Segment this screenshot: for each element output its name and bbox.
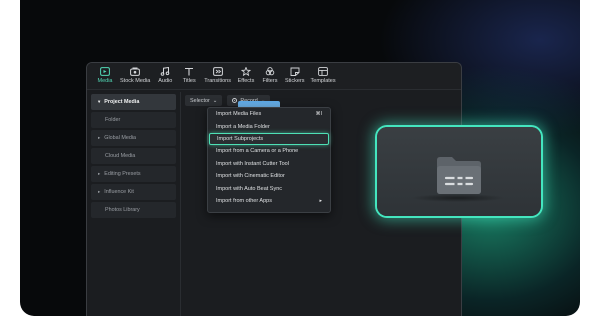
toolbar-filters-label: Filters [262, 78, 278, 84]
chevron-right-icon: ▸ [98, 189, 101, 194]
menu-item-import-instant-cutter[interactable]: Import with Instant Cutter Tool [208, 158, 330, 170]
chevron-down-icon: ⌄ [212, 97, 218, 104]
media-toolbar: Media Stock Media Audio Titles Transitio… [87, 63, 461, 90]
chevron-down-icon: ▾ [98, 99, 101, 104]
toolbar-stock-media[interactable]: Stock Media [117, 63, 153, 89]
toolbar-stock-media-label: Stock Media [120, 78, 151, 84]
sidebar-item-label: Influence Kit [104, 189, 134, 195]
subproject-folder-icon [437, 157, 481, 194]
sidebar-item-photos-library[interactable]: Photos Library [91, 202, 176, 218]
toolbar-effects[interactable]: Effects [234, 63, 258, 89]
toolbar-titles-label: Titles [182, 78, 196, 84]
menu-item-label: Import with Instant Cutter Tool [216, 160, 289, 167]
sidebar-item-folder[interactable]: Folder [91, 112, 176, 128]
menu-item-import-subprojects[interactable]: Import Subprojects [209, 132, 329, 146]
folder-shadow [411, 194, 505, 202]
selector-dropdown[interactable]: Selector ⌄ [185, 95, 223, 106]
toolbar-media-label: Media [97, 78, 113, 84]
chevron-right-icon: ▸ [319, 197, 322, 204]
stickers-icon [289, 66, 300, 76]
titles-icon [184, 66, 195, 76]
menu-item-import-cinematic-editor[interactable]: Import with Cinematic Editor [208, 170, 330, 182]
toolbar-stickers[interactable]: Stickers [282, 63, 308, 89]
toolbar-filters[interactable]: Filters [258, 63, 282, 89]
menu-item-label: Import with Auto Beat Sync [216, 185, 283, 192]
filters-icon [264, 66, 275, 76]
toolbar-titles[interactable]: Titles [177, 63, 201, 89]
menu-item-import-camera-phone[interactable]: Import from a Camera or a Phone [208, 145, 330, 157]
toolbar-stickers-label: Stickers [284, 78, 305, 84]
sidebar-item-global-media[interactable]: ▸ Global Media [91, 130, 176, 146]
sidebar-item-influence-kit[interactable]: ▸ Influence Kit [91, 184, 176, 200]
sidebar-item-cloud-media[interactable]: Cloud Media [91, 148, 176, 164]
sidebar-item-label: Cloud Media [105, 153, 136, 159]
import-menu: Import Media Files ⌘I Import a Media Fol… [207, 107, 331, 213]
subproject-folder-card [377, 127, 541, 216]
sidebar-item-label: Project Media [104, 99, 140, 105]
toolbar-transitions[interactable]: Transitions [201, 63, 234, 89]
effects-icon [240, 66, 251, 76]
menu-item-label: Import Subprojects [217, 135, 264, 142]
sidebar-item-label: Global Media [104, 135, 137, 141]
record-icon [232, 98, 238, 103]
stock-media-icon [130, 66, 141, 76]
sidebar-item-label: Folder [105, 117, 121, 123]
media-sidebar: ▾ Project Media Folder ▸ Global Media Cl… [87, 92, 181, 316]
audio-icon [160, 66, 171, 76]
chevron-right-icon: ▸ [98, 171, 101, 176]
sidebar-item-label: Editing Presets [104, 171, 141, 177]
menu-item-label: Import a Media Folder [216, 123, 270, 130]
menu-item-import-media-folder[interactable]: Import a Media Folder [208, 120, 330, 132]
transitions-icon [212, 66, 223, 76]
sidebar-item-project-media[interactable]: ▾ Project Media [91, 94, 176, 110]
menu-item-import-other-apps[interactable]: Import from other Apps ▸ [208, 195, 330, 207]
toolbar-audio[interactable]: Audio [153, 63, 177, 89]
menu-item-label: Import with Cinematic Editor [216, 173, 285, 180]
toolbar-transitions-label: Transitions [204, 78, 231, 84]
toolbar-templates[interactable]: Templates [308, 63, 339, 89]
media-icon [100, 66, 111, 76]
chevron-right-icon: ▸ [98, 135, 101, 140]
sidebar-item-label: Photos Library [105, 207, 140, 213]
templates-icon [318, 66, 329, 76]
sidebar-item-editing-presets[interactable]: ▸ Editing Presets [91, 166, 176, 182]
toolbar-audio-label: Audio [158, 78, 173, 84]
shortcut-label: ⌘I [315, 111, 322, 118]
menu-item-label: Import from other Apps [216, 197, 272, 204]
selector-label: Selector [190, 97, 210, 104]
toolbar-media[interactable]: Media [93, 63, 117, 89]
menu-item-label: Import from a Camera or a Phone [216, 148, 299, 155]
toolbar-templates-label: Templates [310, 78, 336, 84]
menu-item-label: Import Media Files [216, 111, 262, 118]
background-stage: Media Stock Media Audio Titles Transitio… [20, 0, 580, 316]
menu-item-import-auto-beat-sync[interactable]: Import with Auto Beat Sync [208, 182, 330, 194]
toolbar-effects-label: Effects [237, 78, 255, 84]
menu-item-import-media-files[interactable]: Import Media Files ⌘I [208, 108, 330, 120]
